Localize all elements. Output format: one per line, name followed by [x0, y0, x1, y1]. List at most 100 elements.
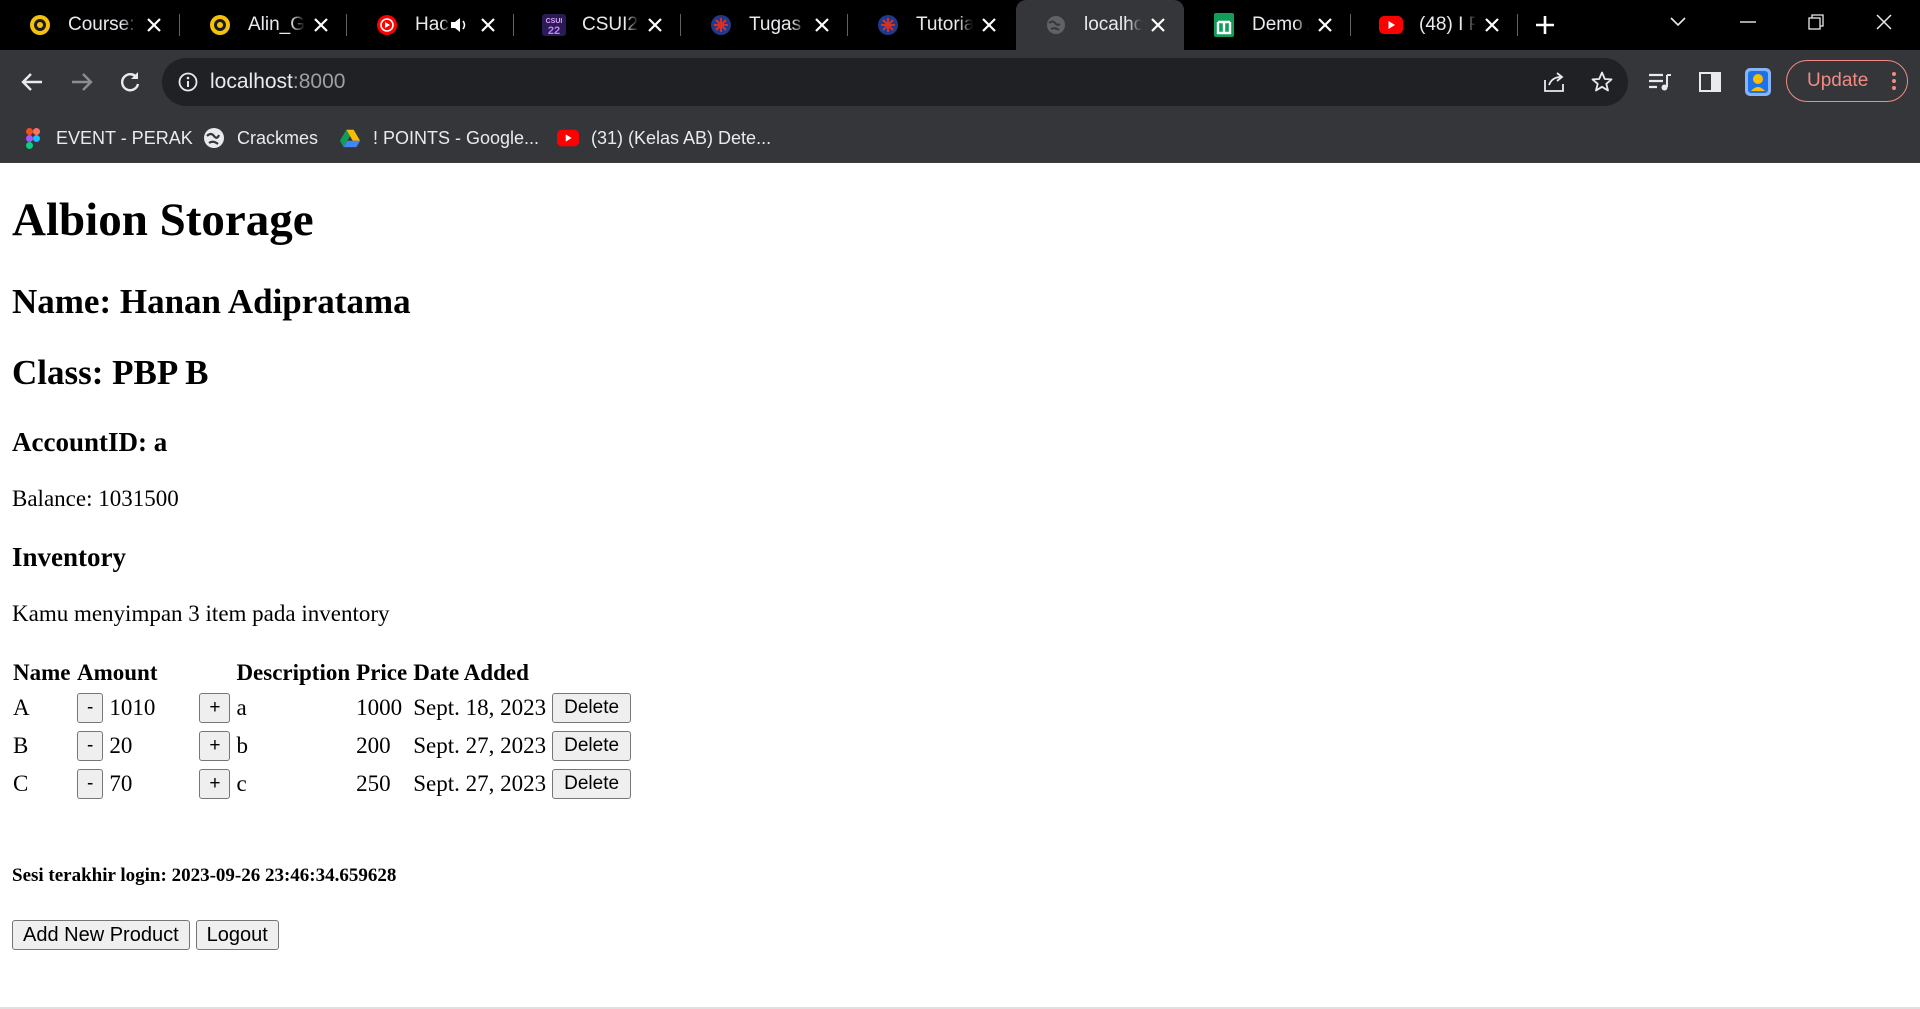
tab-tugas4[interactable]: Tugas 4:	[681, 0, 848, 50]
restore-button[interactable]	[1788, 0, 1844, 44]
tab-alin[interactable]: Alin_GSL	[180, 0, 347, 50]
tab-title: Tutorial :	[916, 14, 973, 35]
tab-title: (48) I Pla	[1419, 14, 1476, 35]
close-window-button[interactable]	[1856, 0, 1912, 44]
tab-title: Demo As	[1252, 14, 1309, 35]
profile-button[interactable]	[1738, 62, 1778, 102]
inventory-heading: Inventory	[12, 542, 126, 572]
decrement-button[interactable]: -	[77, 731, 104, 761]
forward-button[interactable]	[62, 62, 102, 102]
tab-title: Alin_GSL	[248, 14, 305, 35]
back-button[interactable]	[12, 62, 52, 102]
address-host: localhost	[210, 70, 293, 93]
pbp-logo-icon	[709, 13, 733, 37]
user-class: Class: PBP B	[12, 353, 209, 392]
increment-button[interactable]: +	[199, 769, 231, 799]
item-price: 1000	[356, 695, 403, 720]
decrement-button[interactable]: -	[77, 693, 104, 723]
close-icon[interactable]	[1148, 15, 1168, 35]
share-button[interactable]	[1534, 62, 1574, 102]
youtube-icon	[557, 127, 579, 149]
globe-icon	[1044, 13, 1068, 37]
bookmark-label: (31) (Kelas AB) Dete...	[591, 127, 772, 148]
update-button[interactable]: Update	[1786, 60, 1908, 102]
share-icon	[1544, 72, 1564, 92]
tab-title: Tugas 4:	[749, 14, 806, 35]
user-name: Name: Hanan Adipratama	[12, 282, 411, 321]
bookmarks-bar: EVENT - PERAK Crackmes ! POINTS - Google…	[0, 114, 1920, 163]
increment-button[interactable]: +	[199, 693, 231, 723]
tab-title: CSUI22	[582, 14, 639, 35]
item-name: C	[13, 771, 29, 796]
tab-demo[interactable]: Demo As	[1184, 0, 1351, 50]
item-amount: 1010	[109, 695, 156, 720]
delete-button[interactable]: Delete	[552, 731, 632, 761]
page-title: Albion Storage	[12, 194, 314, 246]
youtube-circle-icon	[375, 13, 399, 37]
item-date-added: Sept. 27, 2023	[413, 733, 547, 758]
reload-button[interactable]	[110, 62, 150, 102]
tab-tutorial[interactable]: Tutorial :	[848, 0, 1015, 50]
update-label: Update	[1807, 70, 1869, 91]
item-date-added: Sept. 27, 2023	[413, 771, 547, 796]
balance: Balance: 1031500	[12, 486, 179, 511]
increment-button[interactable]: +	[199, 731, 231, 761]
close-icon[interactable]	[311, 15, 331, 35]
minimize-button[interactable]	[1720, 0, 1776, 44]
tab-title: localhost	[1084, 14, 1142, 35]
delete-button[interactable]: Delete	[552, 693, 632, 723]
tab-csui22[interactable]: CSUI22 CSUI22	[514, 0, 681, 50]
ui-logo-icon	[28, 13, 52, 37]
logout-button[interactable]: Logout	[195, 920, 279, 950]
sheets-icon	[1212, 13, 1236, 37]
plus-icon	[1536, 16, 1554, 34]
close-icon[interactable]	[144, 15, 164, 35]
address-port: :8000	[292, 70, 346, 93]
tab-title: Hack	[415, 14, 450, 35]
item-amount: 20	[109, 733, 133, 758]
tab-hack[interactable]: Hack	[347, 0, 514, 50]
info-icon[interactable]	[178, 72, 198, 92]
close-icon	[1876, 14, 1892, 30]
add-product-button[interactable]: Add New Product	[12, 920, 190, 950]
inventory-summary: Kamu menyimpan 3 item pada inventory	[12, 601, 390, 626]
close-icon[interactable]	[979, 15, 999, 35]
side-panel-button[interactable]	[1690, 62, 1730, 102]
column-header-description: Description	[236, 660, 351, 685]
close-icon[interactable]	[1315, 15, 1335, 35]
reading-list-button[interactable]	[1640, 62, 1680, 102]
address-bar[interactable]: localhost:8000	[162, 58, 1628, 106]
close-icon[interactable]	[478, 15, 498, 35]
item-name: A	[13, 695, 30, 720]
close-icon[interactable]	[645, 15, 665, 35]
bookmark-star-button[interactable]	[1582, 62, 1622, 102]
column-header-name: Name	[13, 660, 71, 685]
column-header-date-added: Date Added	[413, 660, 529, 685]
new-tab-button[interactable]	[1530, 10, 1560, 40]
column-header-amount: Amount	[77, 660, 158, 685]
decrement-button[interactable]: -	[77, 769, 104, 799]
bookmark-crackmes[interactable]: Crackmes	[203, 124, 318, 152]
bookmark-points[interactable]: ! POINTS - Google...	[339, 124, 539, 152]
figma-icon	[22, 127, 44, 149]
column-header-price: Price	[356, 660, 408, 685]
close-icon[interactable]	[1482, 15, 1502, 35]
bookmark-event-perak[interactable]: EVENT - PERAK	[22, 124, 193, 152]
tab-localhost[interactable]: localhost	[1016, 0, 1184, 50]
chevron-down-icon	[1670, 17, 1686, 27]
speaker-icon[interactable]	[450, 17, 468, 33]
bookmark-label: EVENT - PERAK	[56, 127, 193, 148]
page-actions: Add New Product Logout	[12, 920, 279, 950]
account-id: AccountID: a	[12, 427, 168, 457]
delete-button[interactable]: Delete	[552, 769, 632, 799]
tab-course[interactable]: Course: |	[0, 0, 180, 50]
reload-icon	[121, 72, 140, 92]
tab-search-button[interactable]	[1650, 0, 1706, 44]
ui-logo-icon	[208, 13, 232, 37]
restore-icon	[1808, 14, 1824, 30]
side-panel-icon	[1699, 72, 1721, 92]
bookmark-kelas-ab[interactable]: (31) (Kelas AB) Dete...	[557, 124, 771, 152]
close-icon[interactable]	[812, 15, 832, 35]
tab-youtube[interactable]: (48) I Pla	[1351, 0, 1518, 50]
tab-title: Course: |	[68, 14, 138, 35]
